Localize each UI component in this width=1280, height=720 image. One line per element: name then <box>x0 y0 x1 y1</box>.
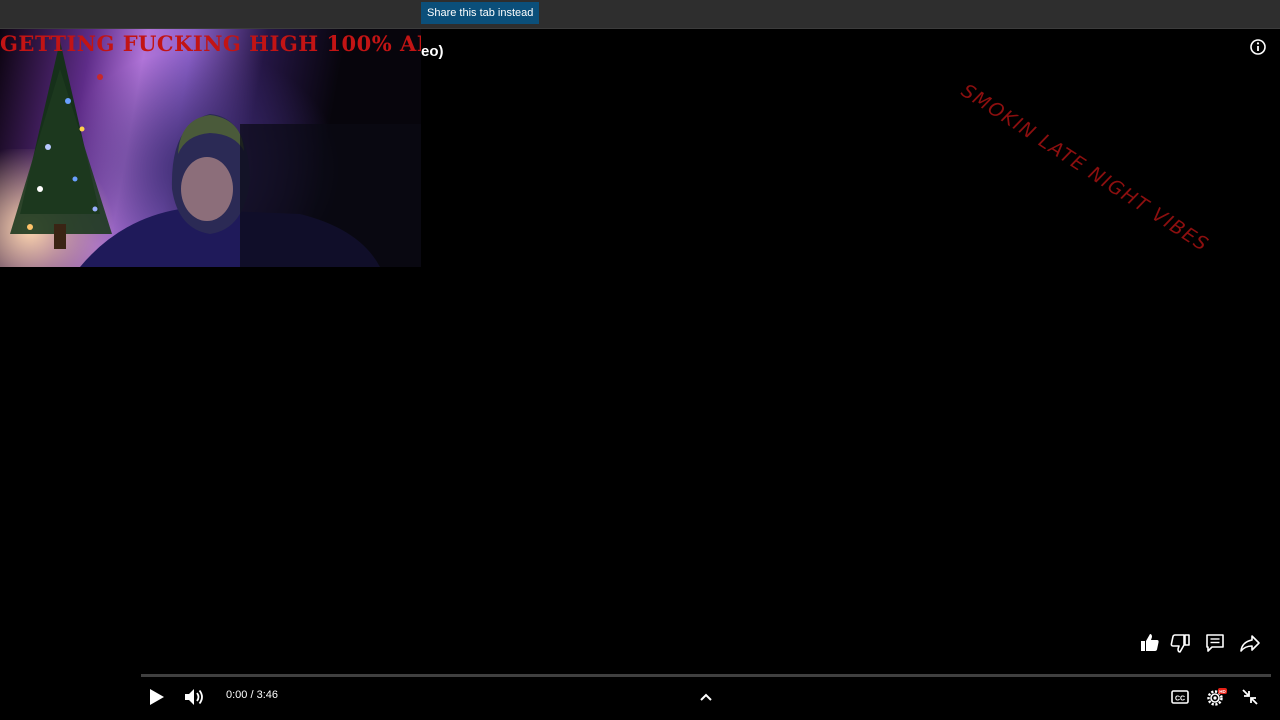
time-separator: / <box>247 689 257 701</box>
chevron-up-icon[interactable] <box>693 684 719 710</box>
svg-text:CC: CC <box>1175 696 1185 703</box>
time-total: 3:46 <box>256 689 279 701</box>
info-icon[interactable] <box>1248 37 1268 57</box>
settings-icon[interactable]: HD <box>1202 684 1228 710</box>
webcam-overlay: GETTING FUCKING HIGH 100% AI <box>0 29 421 267</box>
time-display: 0:00 / 3:46 <box>226 689 278 701</box>
video-overlay-text: SMOKIN LATE NIGHT VIBES <box>957 79 1213 257</box>
exit-fullscreen-icon[interactable] <box>1237 684 1263 710</box>
comments-icon[interactable] <box>1203 631 1227 655</box>
thumbs-up-icon[interactable] <box>1138 631 1162 655</box>
screen-share-bar: Share this tab instead <box>0 0 1280 29</box>
captions-icon[interactable]: CC <box>1167 684 1193 710</box>
svg-text:HD: HD <box>1219 689 1226 694</box>
person-image <box>80 114 421 267</box>
thumbs-down-icon[interactable] <box>1168 631 1192 655</box>
volume-icon[interactable] <box>181 684 207 710</box>
share-icon[interactable] <box>1238 631 1262 655</box>
video-player[interactable]: GETTING FUCKING HIGH 100% AI eo) SMOKIN … <box>0 29 1280 720</box>
progress-bar[interactable] <box>141 674 1271 677</box>
play-icon[interactable] <box>143 684 169 710</box>
share-this-tab-button[interactable]: Share this tab instead <box>421 2 540 24</box>
webcam-title: GETTING FUCKING HIGH 100% AI <box>0 31 421 56</box>
time-current: 0:00 <box>226 689 248 701</box>
video-title: eo) <box>421 43 444 60</box>
